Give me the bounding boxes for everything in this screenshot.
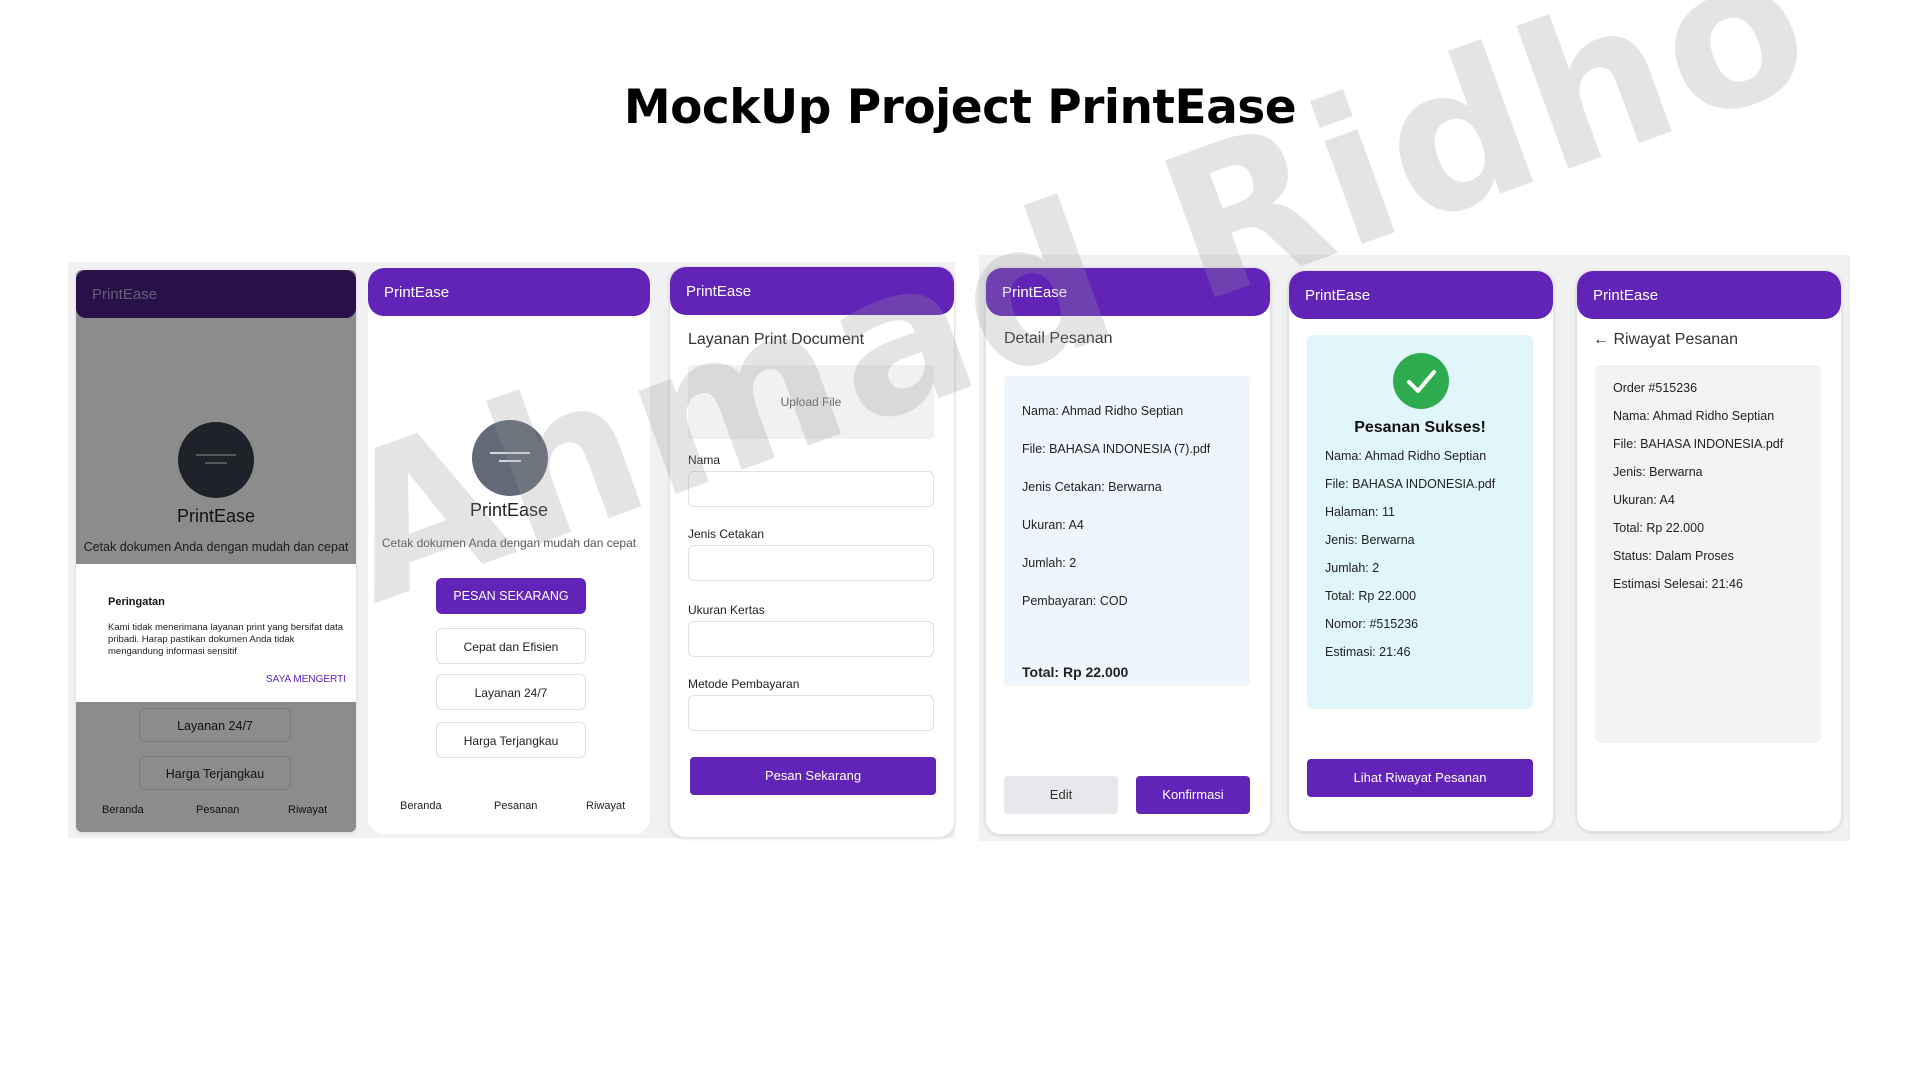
- app-header: PrintEase: [1289, 271, 1553, 319]
- success-type: Jenis: Berwarna: [1325, 533, 1415, 547]
- app-header: PrintEase: [670, 267, 954, 315]
- detail-title: Detail Pesanan: [1004, 330, 1113, 347]
- history-size: Ukuran: A4: [1613, 493, 1675, 507]
- feature-24-7[interactable]: Layanan 24/7: [436, 674, 586, 710]
- history-type: Jenis: Berwarna: [1613, 465, 1703, 479]
- history-status: Status: Dalam Proses: [1613, 549, 1734, 563]
- detail-size: Ukuran: A4: [1022, 518, 1084, 532]
- success-panel: Pesanan Sukses! Nama: Ahmad Ridho Septia…: [1307, 335, 1533, 709]
- success-order-number: Nomor: #515236: [1325, 617, 1419, 631]
- history-total: Total: Rp 22.000: [1613, 521, 1705, 535]
- form-title: Layanan Print Document: [688, 331, 865, 348]
- warning-dialog: Peringatan Kami tidak menerimana layanan…: [76, 564, 356, 702]
- screen-order-form: PrintEase Layanan Print Document Upload …: [669, 266, 955, 838]
- view-history-button[interactable]: Lihat Riwayat Pesanan: [1307, 759, 1533, 797]
- success-check-icon: [1393, 353, 1449, 409]
- dialog-body: Kami tidak menerimana layanan print yang…: [108, 622, 343, 657]
- nav-riwayat[interactable]: Riwayat: [586, 800, 625, 812]
- name-input[interactable]: [688, 471, 934, 507]
- print-type-label: Jenis Cetakan: [688, 527, 765, 541]
- app-logo-icon: [472, 420, 548, 496]
- history-card[interactable]: Order #515236 Nama: Ahmad Ridho Septian …: [1595, 365, 1821, 743]
- app-header: PrintEase: [986, 268, 1270, 316]
- mockup-board-right: PrintEase Detail Pesanan Nama: Ahmad Rid…: [979, 255, 1850, 841]
- detail-file: File: BAHASA INDONESIA (7).pdf: [1022, 442, 1211, 456]
- name-label: Nama: [688, 453, 721, 467]
- mockup-board-left: PrintEase PrintEase Cetak dokumen Anda d…: [68, 262, 955, 838]
- history-estimate: Estimasi Selesai: 21:46: [1613, 577, 1743, 591]
- history-order-id: Order #515236: [1613, 381, 1698, 395]
- upload-file-area[interactable]: Upload File: [688, 365, 934, 439]
- app-tagline: Cetak dokumen Anda dengan mudah dan cepa…: [381, 536, 637, 550]
- modal-backdrop[interactable]: [76, 270, 356, 832]
- print-type-input[interactable]: [688, 545, 934, 581]
- detail-print-type: Jenis Cetakan: Berwarna: [1022, 480, 1162, 494]
- payment-method-input[interactable]: [688, 695, 934, 731]
- screen-order-detail: PrintEase Detail Pesanan Nama: Ahmad Rid…: [985, 267, 1271, 835]
- screen-order-success: PrintEase Pesanan Sukses! Nama: Ahmad Ri…: [1288, 270, 1554, 832]
- dialog-confirm-button[interactable]: SAYA MENGERTI: [266, 674, 346, 685]
- history-title[interactable]: ← Riwayat Pesanan: [1593, 331, 1738, 349]
- screen-order-history: PrintEase ← Riwayat Pesanan Order #51523…: [1576, 270, 1842, 832]
- success-total: Total: Rp 22.000: [1325, 589, 1417, 603]
- upload-file-label: Upload File: [780, 395, 842, 409]
- screen-home: PrintEase PrintEase Cetak dokumen Anda d…: [368, 268, 650, 834]
- detail-quantity: Jumlah: 2: [1022, 556, 1077, 570]
- confirm-button[interactable]: Konfirmasi: [1136, 776, 1250, 814]
- feature-affordable[interactable]: Harga Terjangkau: [436, 722, 586, 758]
- detail-total: Total: Rp 22.000: [1022, 664, 1129, 680]
- feature-fast[interactable]: Cepat dan Efisien: [436, 628, 586, 664]
- order-now-button[interactable]: PESAN SEKARANG: [436, 578, 586, 614]
- success-title: Pesanan Sukses!: [1354, 419, 1486, 436]
- paper-size-input[interactable]: [688, 621, 934, 657]
- success-estimate: Estimasi: 21:46: [1325, 645, 1411, 659]
- app-header: PrintEase: [1577, 271, 1841, 319]
- success-pages: Halaman: 11: [1325, 505, 1395, 519]
- order-summary-panel: Nama: Ahmad Ridho Septian File: BAHASA I…: [1004, 376, 1250, 686]
- history-file: File: BAHASA INDONESIA.pdf: [1613, 437, 1784, 451]
- screen-warning: PrintEase PrintEase Cetak dokumen Anda d…: [76, 270, 356, 832]
- app-name: PrintEase: [469, 500, 549, 520]
- app-header: PrintEase: [368, 268, 650, 316]
- dialog-title: Peringatan: [108, 596, 165, 608]
- nav-beranda[interactable]: Beranda: [400, 800, 442, 812]
- detail-name: Nama: Ahmad Ridho Septian: [1022, 404, 1184, 418]
- nav-pesanan[interactable]: Pesanan: [494, 800, 537, 812]
- success-quantity: Jumlah: 2: [1325, 561, 1380, 575]
- page-title: MockUp Project PrintEase: [623, 80, 1297, 135]
- history-name: Nama: Ahmad Ridho Septian: [1613, 409, 1775, 423]
- success-file: File: BAHASA INDONESIA.pdf: [1325, 477, 1496, 491]
- edit-button[interactable]: Edit: [1004, 776, 1118, 814]
- success-name: Nama: Ahmad Ridho Septian: [1325, 449, 1487, 463]
- submit-order-button[interactable]: Pesan Sekarang: [690, 757, 936, 795]
- detail-payment: Pembayaran: COD: [1022, 594, 1128, 608]
- payment-method-label: Metode Pembayaran: [688, 677, 800, 691]
- paper-size-label: Ukuran Kertas: [688, 603, 765, 617]
